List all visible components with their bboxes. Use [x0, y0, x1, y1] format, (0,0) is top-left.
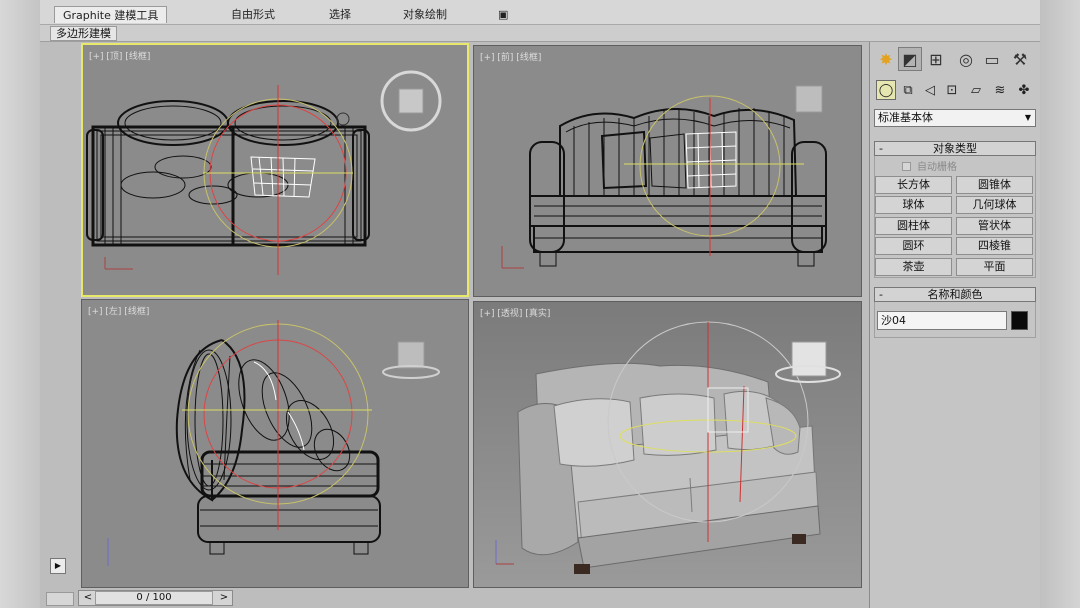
chevron-down-icon: ▼	[1024, 113, 1031, 122]
command-panel: ✸ ◩ ⊞ ◎ ▭ ⚒ ◯ ⧉ ◁ ⊡ ▱ ≋ ✤ 标准基本体 ▼ - 对象类型…	[869, 42, 1040, 608]
shapes-icon[interactable]: ⧉	[898, 80, 918, 100]
tab-polygon-modeling[interactable]: 多边形建模	[50, 26, 117, 41]
geometry-icon[interactable]: ◯	[876, 80, 896, 100]
object-name-field[interactable]: 沙04	[877, 311, 1007, 330]
collapse-icon: -	[879, 142, 883, 155]
viewport-front[interactable]: [+] [前] [线框]	[473, 45, 862, 297]
sofa-wireframe-top	[86, 70, 442, 275]
collapse-icon: -	[879, 288, 883, 301]
rollout-object-type-title: 对象类型	[933, 142, 977, 155]
hierarchy-icon[interactable]: ⊞	[924, 47, 948, 71]
viewcube-front	[795, 85, 823, 113]
cylinder-button[interactable]: 圆柱体	[875, 217, 952, 235]
viewport-top[interactable]: [+] [顶] [线框]	[81, 43, 469, 297]
viewport-perspective[interactable]: [+] [透视] [真实]	[473, 301, 862, 588]
mini-listener[interactable]	[46, 592, 74, 606]
left-margin	[0, 0, 40, 608]
rollout-name-color-title: 名称和颜色	[927, 288, 983, 301]
helpers-icon[interactable]: ▱	[966, 80, 986, 100]
torus-button[interactable]: 圆环	[875, 237, 952, 255]
time-counter[interactable]: 0 / 100	[95, 591, 213, 605]
tab-selection[interactable]: 选择	[321, 6, 359, 23]
viewcube-top	[380, 70, 442, 132]
lights-icon[interactable]: ◁	[920, 80, 940, 100]
checkbox-icon	[902, 162, 911, 171]
tab-object-paint[interactable]: 对象绘制	[395, 6, 455, 23]
spacewarps-icon[interactable]: ≋	[990, 80, 1010, 100]
time-prev-button[interactable]: <	[81, 591, 95, 605]
tube-button[interactable]: 管状体	[956, 217, 1033, 235]
object-color-swatch[interactable]	[1011, 311, 1028, 330]
plane-button[interactable]: 平面	[956, 258, 1033, 276]
sphere-button[interactable]: 球体	[875, 196, 952, 214]
systems-icon[interactable]: ✤	[1014, 80, 1034, 100]
cone-button[interactable]: 圆锥体	[956, 176, 1033, 194]
modify-icon[interactable]: ◩	[898, 47, 922, 71]
ribbon-options-icon[interactable]: ▣	[490, 6, 516, 23]
rollout-name-color[interactable]: - 名称和颜色	[874, 287, 1036, 302]
right-margin	[1040, 0, 1080, 608]
time-next-button[interactable]: >	[217, 591, 231, 605]
viewcube-perspective	[775, 341, 841, 383]
autogrid-checkbox[interactable]: 自动栅格	[902, 158, 957, 173]
object-category-icons: ◯ ⧉ ◁ ⊡ ▱ ≋ ✤	[870, 78, 1041, 104]
pyramid-button[interactable]: 四棱锥	[956, 237, 1033, 255]
category-dropdown[interactable]: 标准基本体 ▼	[874, 109, 1036, 127]
tab-freeform[interactable]: 自由形式	[223, 6, 283, 23]
create-icon[interactable]: ✸	[874, 47, 898, 71]
geosphere-button[interactable]: 几何球体	[956, 196, 1033, 214]
cameras-icon[interactable]: ⊡	[942, 80, 962, 100]
category-dropdown-value: 标准基本体	[878, 111, 933, 124]
viewport-left[interactable]: [+] [左] [线框]	[81, 299, 469, 588]
teapot-button[interactable]: 茶壶	[875, 258, 952, 276]
viewcube-left	[382, 341, 440, 379]
autogrid-label: 自动栅格	[917, 162, 957, 173]
time-slider[interactable]: < 0 / 100 >	[78, 590, 233, 606]
utilities-icon[interactable]: ⚒	[1008, 47, 1032, 71]
ribbon-subbar: 多边形建模	[40, 25, 1040, 42]
play-icon[interactable]: ▶	[50, 558, 66, 574]
box-button[interactable]: 长方体	[875, 176, 952, 194]
sofa-wireframe-left	[107, 320, 440, 566]
motion-icon[interactable]: ◎	[954, 47, 978, 71]
sofa-shaded-perspective	[495, 321, 841, 574]
rollout-object-type[interactable]: - 对象类型	[874, 141, 1036, 156]
ribbon-tabs: Graphite 建模工具 自由形式 选择 对象绘制 ▣	[40, 0, 1040, 25]
tab-graphite-modeling[interactable]: Graphite 建模工具	[54, 6, 168, 23]
command-panel-tabs: ✸ ◩ ⊞ ◎ ▭ ⚒	[870, 44, 1041, 74]
sofa-wireframe-front	[501, 85, 827, 269]
app-window: Graphite 建模工具 自由形式 选择 对象绘制 ▣ 多边形建模 [+] […	[40, 0, 1040, 608]
display-icon[interactable]: ▭	[980, 47, 1004, 71]
